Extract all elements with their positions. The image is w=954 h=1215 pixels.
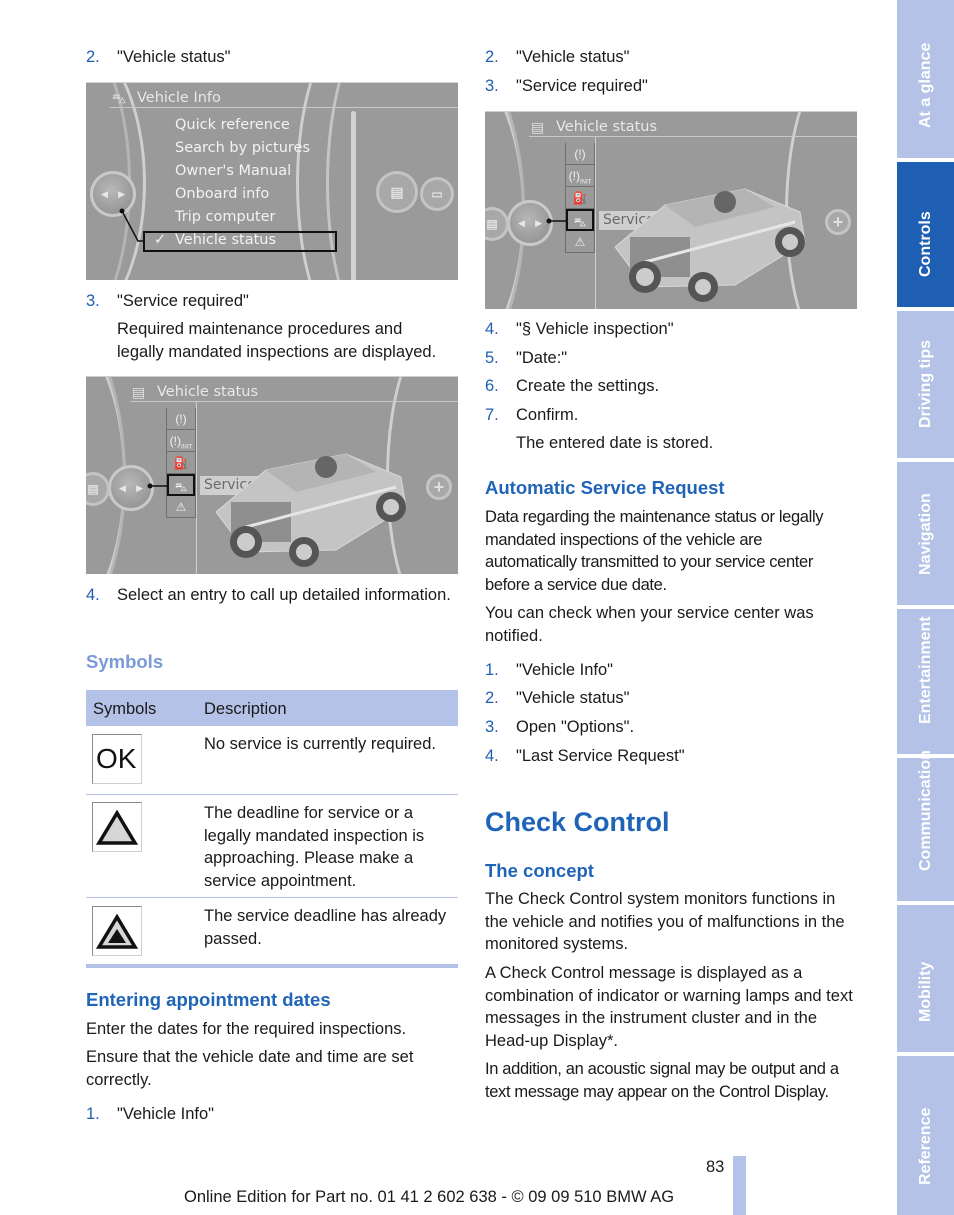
tab-entertainment[interactable]: Entertainment bbox=[897, 609, 954, 754]
table-row: The service deadline has already passed. bbox=[86, 898, 458, 966]
column-header: Symbols bbox=[93, 700, 157, 718]
paragraph: Data regarding the maintenance status or… bbox=[485, 508, 824, 594]
tab-mobility[interactable]: Mobility bbox=[897, 905, 954, 1052]
tab-at-a-glance[interactable]: At a glance bbox=[897, 0, 954, 158]
step-number: 4. bbox=[485, 320, 499, 338]
service-car-icon[interactable]: ⛍ bbox=[566, 209, 594, 231]
paragraph: The Check Control system monitors functi… bbox=[485, 890, 845, 953]
step-number: 2. bbox=[86, 48, 100, 66]
status-icon-column: (!) (!)INIT ⛽ ⛍ ⚠ bbox=[166, 408, 196, 518]
paragraph: Ensure that the vehicle date and time ar… bbox=[86, 1048, 414, 1089]
tire-pressure-init-icon[interactable]: (!)INIT bbox=[566, 165, 594, 187]
page-number: 83 bbox=[706, 1158, 725, 1176]
step-number: 4. bbox=[485, 747, 499, 765]
check-control-heading: Check Control bbox=[485, 807, 670, 837]
tab-driving-tips[interactable]: Driving tips bbox=[897, 311, 954, 458]
step-number: 3. bbox=[86, 292, 100, 310]
step-number: 1. bbox=[86, 1105, 100, 1123]
page-marker-bar bbox=[733, 1156, 746, 1215]
the-concept-heading: The concept bbox=[485, 860, 594, 881]
menu-item[interactable]: Trip computer bbox=[175, 206, 275, 229]
warning-triangle-icon bbox=[92, 802, 142, 852]
warning-icon[interactable]: ⚠ bbox=[566, 231, 594, 253]
automatic-service-request-heading: Automatic Service Request bbox=[485, 477, 725, 498]
menu-item[interactable]: Search by pictures bbox=[175, 137, 310, 160]
symbols-heading: Symbols bbox=[86, 651, 164, 672]
step-number: 2. bbox=[485, 48, 499, 66]
step-text: Select an entry to call up detailed info… bbox=[117, 586, 451, 604]
table-row: OK No service is currently required. bbox=[86, 726, 458, 795]
step-number: 6. bbox=[485, 377, 499, 395]
pointer-line bbox=[147, 483, 168, 489]
tab-communication[interactable]: Communication bbox=[897, 750, 954, 901]
table-cell-description: The deadline for service or a legally ma… bbox=[204, 804, 425, 890]
tab-reference[interactable]: Reference bbox=[897, 1056, 954, 1215]
step-text: "Vehicle status" bbox=[516, 48, 630, 66]
tab-controls[interactable]: Controls bbox=[897, 162, 954, 307]
car-cutaway-image bbox=[614, 188, 806, 302]
paragraph: A Check Control message is displayed as … bbox=[485, 964, 853, 1050]
step-number: 3. bbox=[485, 718, 499, 736]
paragraph: Enter the dates for the required inspect… bbox=[86, 1020, 407, 1038]
table-end-rule bbox=[86, 964, 458, 968]
overdue-triangle-icon bbox=[92, 906, 142, 956]
check-icon: ✓ bbox=[154, 232, 167, 248]
table-row: The deadline for service or a legally ma… bbox=[86, 795, 458, 898]
step-number: 2. bbox=[485, 689, 499, 707]
step-text: "Vehicle Info" bbox=[516, 661, 614, 679]
step-note: Required maintenance procedures and lega… bbox=[117, 320, 437, 361]
scrollbar[interactable] bbox=[351, 111, 356, 280]
table-cell-description: No service is currently required. bbox=[204, 735, 436, 753]
step-text: "Vehicle status" bbox=[117, 48, 231, 66]
table-cell-description: The service deadline has already passed. bbox=[204, 907, 447, 948]
menu-item-selected[interactable]: Vehicle status bbox=[175, 229, 276, 252]
paragraph: You can check when your service center w… bbox=[485, 604, 814, 645]
tire-pressure-icon[interactable]: (!) bbox=[167, 408, 195, 430]
step-text: "Service required" bbox=[516, 77, 648, 95]
appointment-heading: Entering appointment dates bbox=[86, 989, 331, 1010]
oil-level-icon[interactable]: ⛽ bbox=[566, 187, 594, 209]
column-header: Description bbox=[204, 700, 287, 718]
step-note: The entered date is stored. bbox=[516, 434, 714, 452]
table-header: Symbols Description bbox=[86, 690, 458, 726]
menu-item[interactable]: Onboard info bbox=[175, 183, 269, 206]
tire-pressure-icon[interactable]: (!) bbox=[566, 143, 594, 165]
step-number: 1. bbox=[485, 661, 499, 679]
oil-level-icon[interactable]: ⛽ bbox=[167, 452, 195, 474]
step-text: Create the settings. bbox=[516, 377, 660, 395]
menu-item[interactable]: Owner's Manual bbox=[175, 160, 291, 183]
chapter-tabs: At a glance Controls Driving tips Naviga… bbox=[897, 0, 954, 1215]
options-icon[interactable]: ▭ bbox=[420, 177, 454, 211]
status-icon-column: (!) (!)INIT ⛽ ⛍ ⚠ bbox=[565, 143, 595, 253]
step-number: 5. bbox=[485, 349, 499, 367]
step-number: 3. bbox=[485, 77, 499, 95]
step-text: "Date:" bbox=[516, 349, 568, 367]
step-text: "Service required" bbox=[117, 292, 249, 310]
step-text: Confirm. bbox=[516, 406, 579, 424]
car-list-icon[interactable]: ▤ bbox=[376, 171, 418, 213]
vehicle-status-screenshot: ▤ Vehicle status (!) (!)INIT ⛽ ⛍ ⚠ ◀ ▶ Se… bbox=[485, 111, 857, 309]
step-number: 4. bbox=[86, 586, 100, 604]
step-text: "Vehicle Info" bbox=[117, 1105, 215, 1123]
ok-icon: OK bbox=[92, 734, 142, 784]
pointer-line bbox=[546, 218, 567, 224]
step-text: Open "Options". bbox=[516, 718, 635, 736]
step-text: "Last Service Request" bbox=[516, 747, 685, 765]
service-car-icon[interactable]: ⛍ bbox=[167, 474, 195, 496]
footer-text: Online Edition for Part no. 01 41 2 602 … bbox=[184, 1188, 675, 1206]
vehicle-info-screenshot: ⛍ Vehicle Info Quick reference Search by… bbox=[86, 82, 458, 280]
tab-navigation[interactable]: Navigation bbox=[897, 462, 954, 605]
step-number: 7. bbox=[485, 406, 499, 424]
menu-item[interactable]: Quick reference bbox=[175, 114, 290, 137]
vehicle-status-screenshot: ▤ Vehicle status (!) (!)INIT ⛽ ⛍ ⚠ ◀ ▶ Se… bbox=[86, 376, 458, 574]
plus-icon[interactable]: + bbox=[825, 209, 851, 235]
plus-icon[interactable]: + bbox=[426, 474, 452, 500]
step-text: "§ Vehicle inspection" bbox=[516, 320, 674, 338]
tire-pressure-init-icon[interactable]: (!)INIT bbox=[167, 430, 195, 452]
paragraph: In addition, an acoustic signal may be o… bbox=[485, 1060, 839, 1101]
car-cutaway-image bbox=[215, 453, 407, 567]
pointer-line bbox=[119, 208, 145, 242]
step-text: "Vehicle status" bbox=[516, 689, 630, 707]
warning-icon[interactable]: ⚠ bbox=[167, 496, 195, 518]
